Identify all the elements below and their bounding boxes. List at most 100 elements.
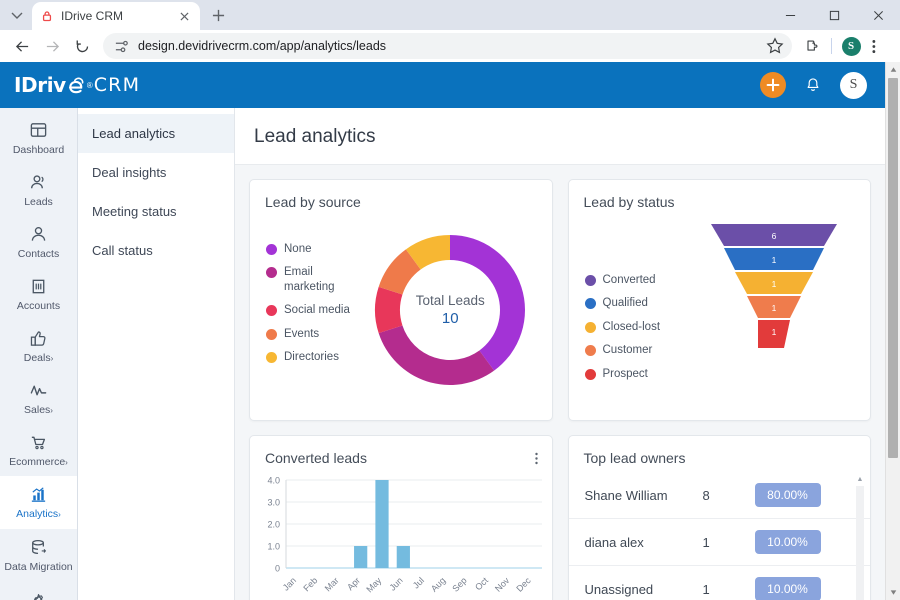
donut-slice[interactable] — [378, 325, 495, 385]
status-badge: 80.00% — [754, 483, 821, 507]
funnel-value-label: 6 — [771, 231, 776, 241]
app-logo[interactable]: IDriv ® CRM — [14, 73, 140, 97]
secondary-nav: Lead analytics Deal insights Meeting sta… — [78, 108, 235, 600]
subnav-item-deal-insights[interactable]: Deal insights — [78, 153, 234, 192]
pulse-icon — [29, 381, 48, 400]
tune-icon[interactable] — [114, 39, 129, 54]
star-icon[interactable] — [766, 37, 784, 55]
sidebar-item-dashboard[interactable]: Dashboard — [0, 112, 77, 164]
forward-arrow-icon[interactable] — [38, 32, 66, 60]
legend-item[interactable]: Closed-lost — [584, 320, 690, 334]
donut-slice[interactable] — [375, 286, 403, 334]
funnel-chart[interactable]: 6 1 1 1 1 — [690, 218, 859, 402]
legend-item[interactable]: Events — [266, 327, 361, 341]
page-scrollbar[interactable] — [885, 62, 900, 600]
legend-item[interactable]: Customer — [584, 343, 690, 357]
sidebar-item-ecommerce[interactable]: Ecommerce› — [0, 424, 77, 476]
status-badge: 10.00% — [754, 577, 821, 600]
card-top-lead-owners: Top lead owners Shane William 8 80.00% dian… — [567, 435, 871, 600]
sidebar-item-contacts[interactable]: Contacts — [0, 216, 77, 268]
back-arrow-icon[interactable] — [8, 32, 36, 60]
card-lead-by-status: Lead by status Converted Qualified Close… — [567, 179, 871, 421]
sidebar-item-data-migration[interactable]: Data Migration — [0, 529, 77, 581]
bar[interactable] — [354, 546, 368, 568]
scroll-up-icon[interactable] — [890, 62, 897, 77]
table-row[interactable]: Unassigned 1 10.00% — [569, 566, 871, 600]
legend-item[interactable]: Social media — [266, 303, 361, 317]
legend-label: Social media — [284, 304, 350, 317]
legend-label: Events — [284, 327, 320, 340]
funnel-legend: Converted Qualified Closed-lost Customer… — [584, 218, 690, 402]
leads-icon — [29, 173, 48, 192]
sidebar-item-settings[interactable]: Settings› — [0, 581, 77, 600]
legend-item[interactable]: Qualified — [584, 296, 690, 310]
sidebar-item-label: Dashboard — [12, 144, 65, 156]
sidebar-item-analytics[interactable]: Analytics› — [0, 476, 77, 529]
sidebar-item-accounts[interactable]: Accounts — [0, 268, 77, 320]
legend-item[interactable]: Prospect — [584, 367, 690, 381]
table-row[interactable]: diana alex 1 10.00% — [568, 519, 870, 566]
bell-icon[interactable] — [802, 74, 824, 96]
x-axis-tick-label: Nov — [493, 575, 512, 594]
toolbar-divider — [831, 38, 832, 54]
sidebar-item-label: Ecommerce› — [9, 456, 68, 469]
x-axis-tick-label: Apr — [345, 575, 362, 592]
tab-search-button[interactable] — [4, 2, 30, 28]
x-axis-tick-label: Oct — [473, 575, 490, 592]
x-axis-tick-label: Jan — [281, 575, 298, 592]
owners-scrollbar[interactable]: ▲ — [856, 476, 864, 600]
address-bar[interactable]: design.devidrivecrm.com/app/analytics/le… — [103, 33, 792, 59]
owners-list: Shane William 8 80.00% diana alex 1 10.00% Una… — [568, 472, 871, 600]
minimize-button[interactable] — [768, 0, 812, 30]
scroll-down-icon[interactable] — [890, 585, 897, 600]
legend-swatch — [266, 267, 277, 279]
y-axis-tick-label: 0 — [275, 564, 280, 574]
legend-item[interactable]: Converted — [584, 273, 690, 287]
owner-name: diana alex — [584, 534, 644, 550]
bar[interactable] — [396, 546, 410, 568]
subnav-item-meeting-status[interactable]: Meeting status — [78, 192, 234, 231]
browser-tab[interactable]: IDrive CRM — [32, 2, 200, 30]
more-options-icon[interactable] — [534, 436, 552, 466]
card-title: Converted leads — [265, 450, 367, 466]
funnel-svg: 6 1 1 1 1 — [710, 224, 837, 348]
scrollbar-track[interactable] — [856, 486, 864, 600]
sidebar-item-deals[interactable]: Deals› — [0, 320, 77, 372]
reload-icon[interactable] — [68, 32, 96, 60]
logo-registered-mark: ® — [86, 80, 93, 90]
maximize-button[interactable] — [812, 0, 856, 30]
donut-chart[interactable]: Total Leads 10 — [361, 226, 540, 394]
subnav-item-call-status[interactable]: Call status — [78, 231, 234, 270]
add-button[interactable] — [760, 72, 786, 98]
y-axis-tick-label: 3.0 — [267, 498, 280, 508]
logo-brand: IDriv — [14, 73, 66, 97]
sidebar-item-leads[interactable]: Leads — [0, 164, 77, 216]
scrollbar-thumb[interactable] — [888, 78, 898, 458]
scroll-up-icon[interactable]: ▲ — [856, 476, 864, 484]
new-tab-button[interactable] — [204, 1, 232, 29]
puzzle-icon[interactable] — [799, 33, 825, 59]
owners-body: Shane William 8 80.00% diana alex 1 10.00% Una… — [568, 466, 871, 600]
legend-item[interactable]: Email marketing — [266, 265, 361, 294]
x-axis-tick-label: Feb — [301, 575, 319, 593]
legend-item[interactable]: Directories — [266, 350, 361, 364]
bar-chart-body[interactable]: 0 1.0 2.0 3.0 4.0 Jan Feb Mar Apr May Jun Jul Aug Se… — [250, 466, 552, 600]
donut-slice[interactable] — [450, 235, 526, 371]
legend-item[interactable]: None — [266, 242, 361, 256]
profile-avatar[interactable]: S — [838, 33, 864, 59]
three-dot-icon[interactable] — [866, 33, 892, 59]
sidebar-item-sales[interactable]: Sales› — [0, 372, 77, 424]
sidebar-item-label: Accounts — [16, 300, 61, 313]
content-area: Lead analytics Lead by source None Email… — [235, 108, 885, 600]
sidebar-item-label: Contacts — [17, 248, 60, 261]
status-badge: 10.00% — [754, 530, 821, 554]
legend-label: Email marketing — [284, 266, 335, 293]
tab-strip: IDrive CRM — [0, 0, 900, 30]
profile-initial: S — [841, 36, 861, 56]
subnav-item-lead-analytics[interactable]: Lead analytics — [78, 114, 234, 153]
close-icon[interactable] — [176, 8, 192, 24]
close-window-button[interactable] — [856, 0, 900, 30]
bar[interactable] — [375, 480, 389, 568]
avatar[interactable]: S — [840, 71, 867, 99]
table-row[interactable]: Shane William 8 80.00% — [568, 472, 870, 519]
